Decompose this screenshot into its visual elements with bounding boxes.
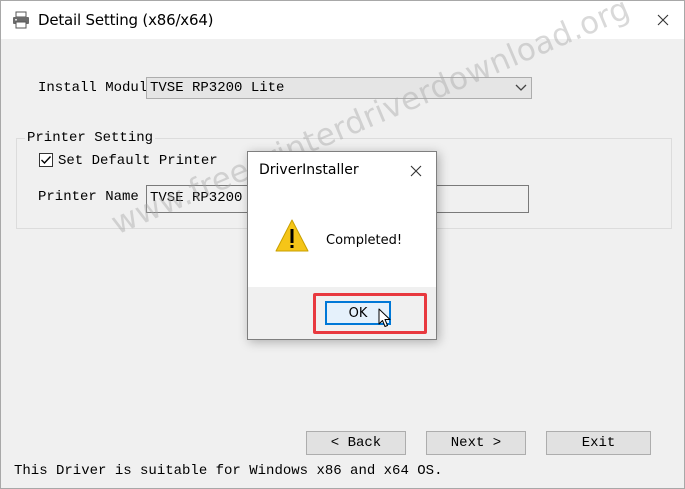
driver-installer-dialog: DriverInstaller Completed! OK bbox=[247, 151, 437, 340]
set-default-printer-checkbox[interactable] bbox=[39, 153, 53, 167]
printer-icon bbox=[13, 11, 29, 29]
exit-button[interactable]: Exit bbox=[546, 431, 651, 455]
dialog-title: DriverInstaller bbox=[259, 162, 359, 178]
printer-name-label: Printer Name bbox=[38, 189, 139, 205]
exit-button-label: Exit bbox=[581, 435, 616, 451]
footer-note: This Driver is suitable for Windows x86 … bbox=[14, 463, 443, 479]
warning-icon bbox=[275, 219, 309, 252]
detail-setting-window: Detail Setting (x86/x64) Install Module … bbox=[0, 0, 685, 489]
chevron-down-icon[interactable] bbox=[514, 82, 528, 94]
check-icon bbox=[41, 156, 52, 165]
close-icon[interactable] bbox=[652, 9, 674, 31]
back-button-label: < Back bbox=[330, 435, 382, 451]
install-module-value: TVSE RP3200 Lite bbox=[150, 80, 285, 96]
printer-setting-title: Printer Setting bbox=[25, 130, 156, 146]
dialog-message: Completed! bbox=[326, 233, 403, 248]
set-default-printer-label: Set Default Printer bbox=[58, 153, 218, 169]
mouse-cursor-icon bbox=[378, 308, 391, 327]
dialog-footer: OK bbox=[248, 287, 436, 339]
window-title: Detail Setting (x86/x64) bbox=[38, 11, 214, 29]
close-icon[interactable] bbox=[408, 163, 424, 179]
next-button-label: Next > bbox=[450, 435, 502, 451]
install-module-dropdown[interactable]: TVSE RP3200 Lite bbox=[146, 77, 532, 99]
install-module-label: Install Module bbox=[38, 80, 156, 96]
back-button[interactable]: < Back bbox=[306, 431, 406, 455]
title-bar: Detail Setting (x86/x64) bbox=[1, 1, 684, 39]
next-button[interactable]: Next > bbox=[426, 431, 526, 455]
